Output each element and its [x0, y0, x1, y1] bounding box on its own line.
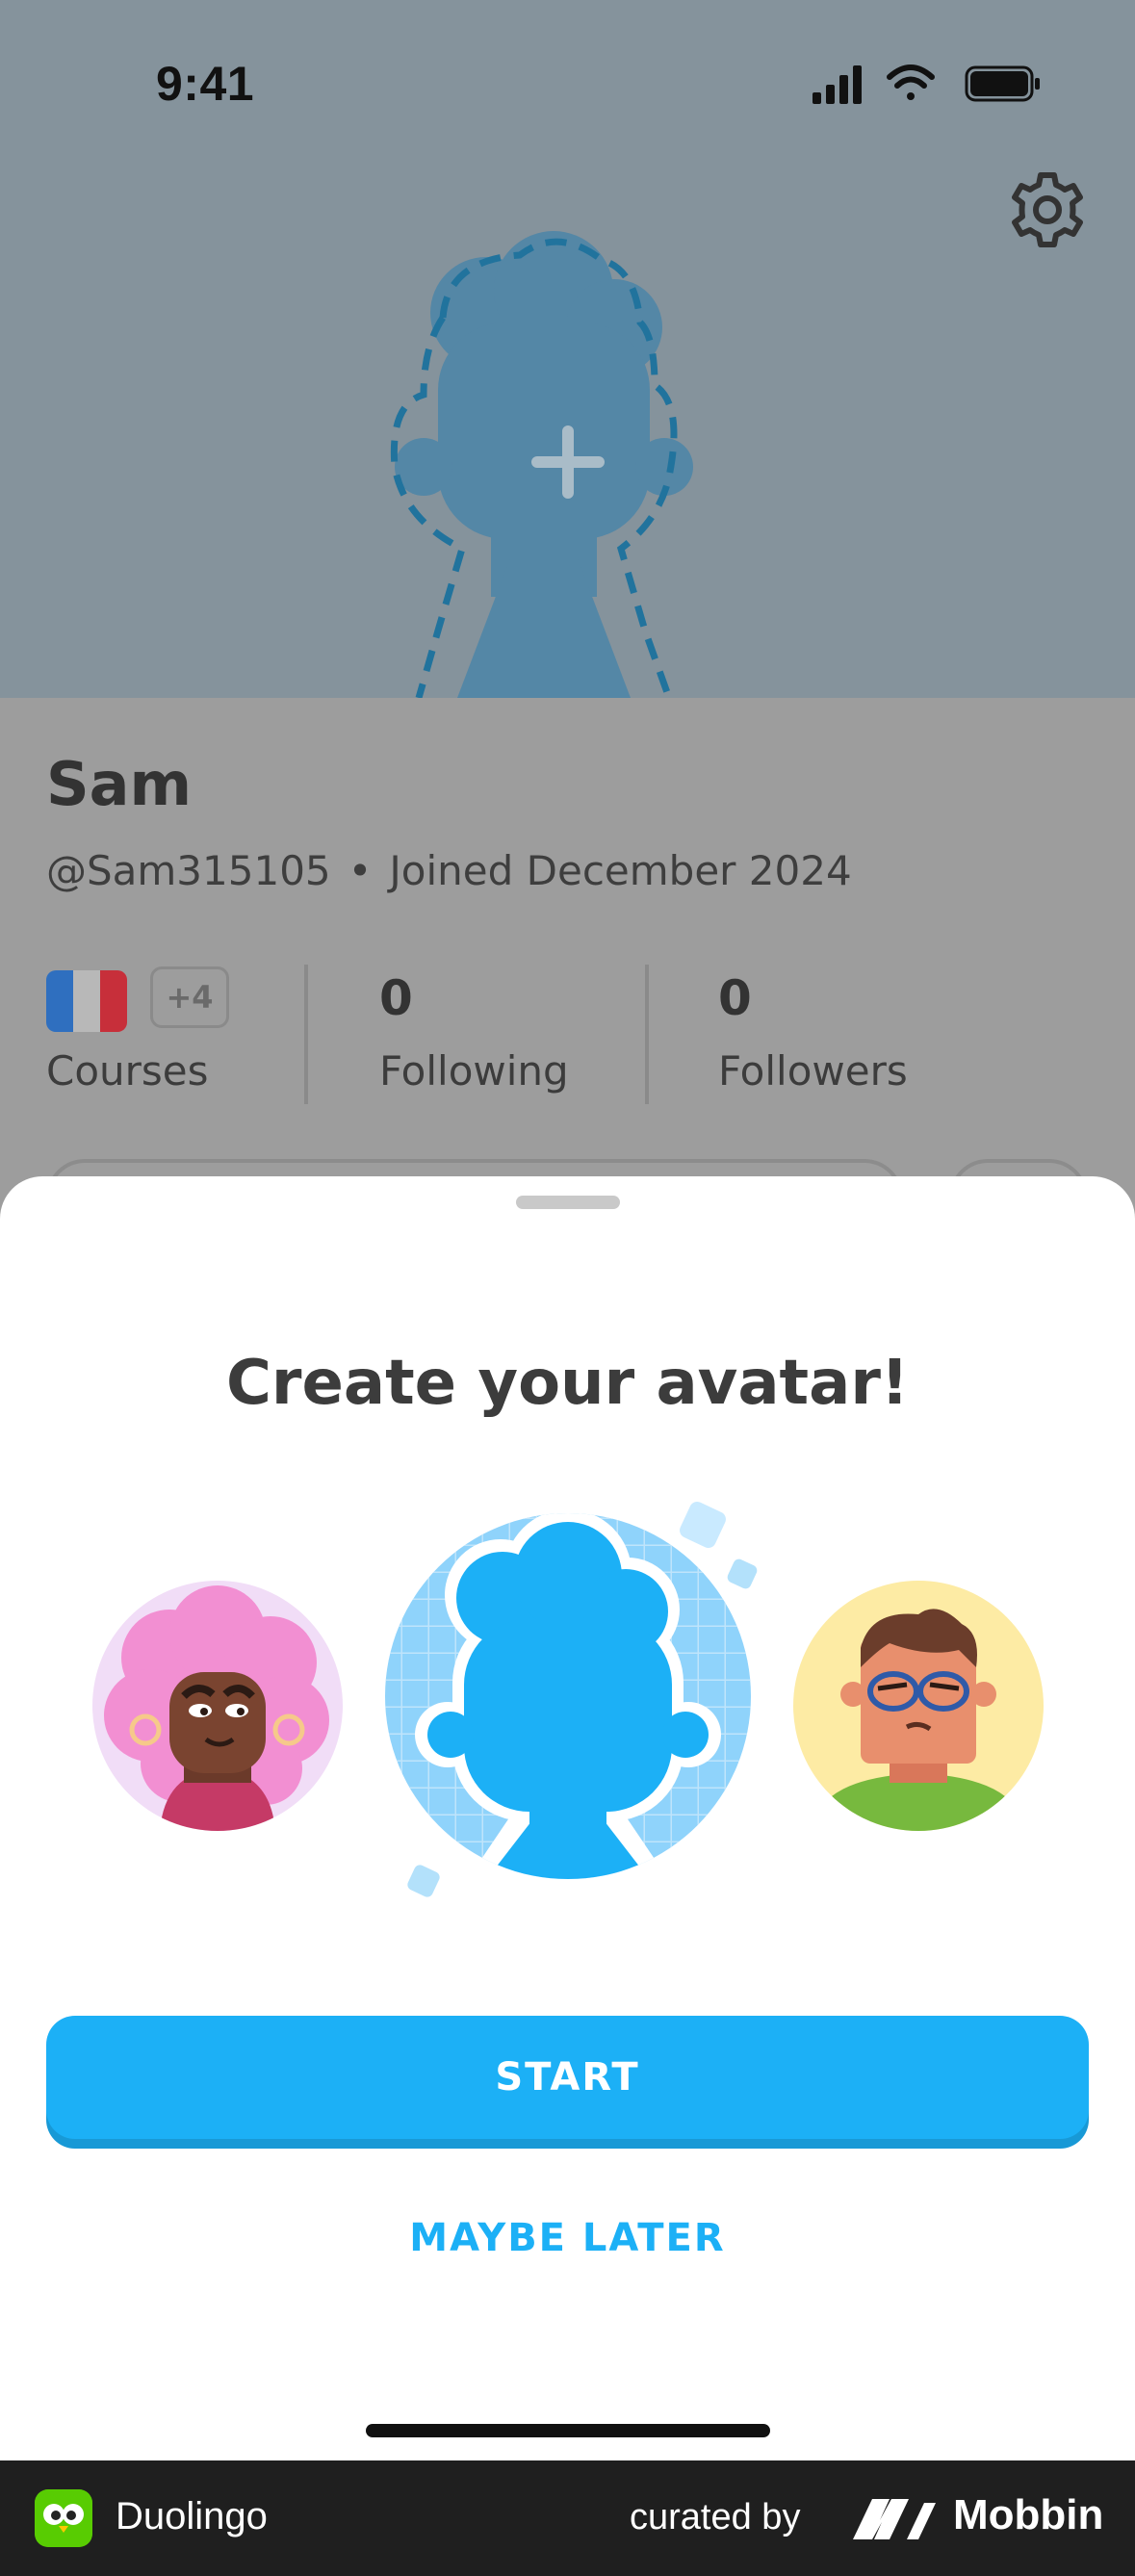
sample-avatar-glasses — [793, 1581, 1044, 1831]
stats-divider — [645, 965, 649, 1104]
curated-by-text: curated by — [630, 2497, 801, 2537]
france-flag-icon[interactable] — [46, 970, 127, 1032]
profile-stats: +4 Courses 0 Following 0 Followers — [0, 963, 1135, 1107]
followers-label[interactable]: Followers — [718, 1047, 908, 1095]
username: @Sam315105 — [46, 847, 331, 894]
mobbin-logo-icon — [853, 2499, 936, 2539]
sample-avatar-pink-hair — [92, 1581, 343, 1831]
app-name: Duolingo — [116, 2495, 268, 2537]
stats-divider — [304, 965, 308, 1104]
sheet-title: Create your avatar! — [225, 1348, 910, 1419]
add-avatar-placeholder[interactable] — [366, 231, 770, 698]
attribution-footer: Duolingo curated by Mobbin — [0, 2460, 1135, 2576]
start-button[interactable]: START — [46, 2016, 1089, 2139]
following-count[interactable]: 0 — [379, 970, 413, 1026]
screen: 9:41 Sam @Sam315105 • Joined December 20… — [0, 0, 1135, 2460]
sheet-handle[interactable] — [516, 1196, 620, 1209]
courses-label: Courses — [46, 1047, 209, 1095]
extra-courses-badge[interactable]: +4 — [150, 966, 229, 1028]
battery-icon — [965, 65, 1040, 102]
status-time: 9:41 — [156, 57, 255, 111]
home-indicator — [366, 2424, 770, 2437]
following-label[interactable]: Following — [379, 1047, 569, 1095]
user-meta: @Sam315105 • Joined December 2024 — [46, 847, 852, 894]
duolingo-owl-icon — [35, 2489, 92, 2547]
status-icons — [813, 64, 1040, 104]
meta-separator: • — [348, 847, 373, 894]
maybe-later-button[interactable]: MAYBE LATER — [0, 2216, 1135, 2260]
cellular-signal-icon — [813, 65, 862, 104]
followers-count[interactable]: 0 — [718, 970, 752, 1026]
joined-date: Joined December 2024 — [389, 847, 852, 894]
user-name: Sam — [46, 749, 193, 819]
settings-gear-icon[interactable] — [1007, 169, 1088, 250]
avatar-placeholder-illustration — [385, 1502, 758, 1897]
create-avatar-sheet: Create your avatar! START MAYBE LATER — [0, 1176, 1135, 2460]
wifi-icon — [887, 64, 935, 100]
mobbin-brand: Mobbin — [953, 2491, 1104, 2538]
